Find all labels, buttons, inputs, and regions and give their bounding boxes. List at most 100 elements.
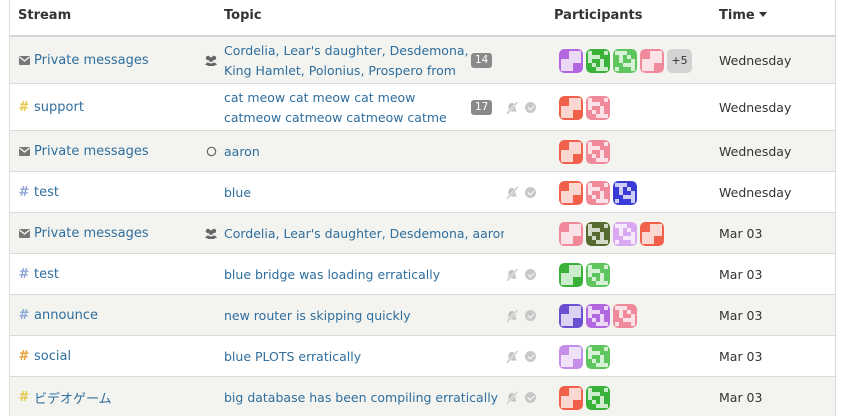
stream-name-link[interactable]: Private messages — [34, 226, 149, 241]
last-message-time: Mar 03 — [719, 307, 763, 323]
stream-cell[interactable]: Private messages — [18, 225, 149, 243]
stream-name-link[interactable]: Private messages — [34, 144, 149, 159]
avatar[interactable] — [559, 95, 583, 120]
avatar[interactable] — [559, 221, 583, 246]
avatar[interactable] — [586, 344, 610, 369]
last-message-time: Wednesday — [719, 143, 792, 159]
stream-column-header[interactable]: Stream — [18, 8, 71, 23]
user-circle-icon — [204, 145, 218, 159]
participants-avatars — [559, 344, 610, 369]
avatar[interactable] — [586, 221, 610, 246]
stream-hash-icon: # — [18, 267, 30, 282]
stream-name-link[interactable]: announce — [34, 308, 98, 323]
unread-count-badge: 17 — [471, 99, 493, 115]
avatar[interactable] — [559, 303, 583, 328]
stream-cell[interactable]: # social — [18, 348, 72, 366]
stream-name-link[interactable]: test — [34, 267, 59, 282]
topic-link[interactable]: blue PLOTS erratically — [224, 347, 504, 367]
mute-topic-icon[interactable] — [505, 267, 519, 282]
mute-topic-icon[interactable] — [505, 390, 519, 405]
stream-cell[interactable]: # ビデオゲーム — [18, 389, 112, 407]
sort-caret-icon — [758, 12, 767, 17]
avatar[interactable] — [586, 180, 610, 205]
table-row: # support cat meow cat meow cat meow catme… — [10, 84, 835, 131]
avatar[interactable] — [640, 221, 664, 246]
avatar[interactable] — [640, 48, 664, 73]
envelope-icon — [18, 147, 30, 156]
stream-hash-icon: # — [18, 185, 30, 200]
table-row: # test blue Wednesday — [10, 172, 835, 213]
avatar[interactable] — [586, 385, 610, 410]
participants-avatars — [559, 221, 664, 246]
avatar[interactable] — [559, 139, 583, 164]
last-message-time: Wednesday — [719, 184, 792, 200]
stream-cell[interactable]: Private messages — [18, 52, 149, 70]
topic-link[interactable]: aaron — [224, 142, 504, 162]
mark-read-icon[interactable] — [525, 102, 536, 113]
last-message-time: Wednesday — [719, 99, 792, 115]
stream-cell[interactable]: Private messages — [18, 143, 149, 161]
participants-avatars — [559, 95, 610, 120]
stream-name-link[interactable]: social — [34, 349, 71, 364]
last-message-time: Wednesday — [719, 52, 792, 68]
stream-cell[interactable]: # support — [18, 99, 84, 117]
time-column-header[interactable]: Time — [719, 8, 767, 23]
stream-cell[interactable]: # test — [18, 266, 59, 284]
table-row: # announce new router is skipping quickly M… — [10, 295, 835, 336]
avatar[interactable] — [586, 262, 610, 287]
participants-avatars — [559, 385, 610, 410]
avatar[interactable] — [613, 48, 637, 73]
stream-hash-icon: # — [18, 390, 30, 405]
table-header: Stream Topic Participants Time — [10, 0, 835, 37]
avatar[interactable] — [559, 344, 583, 369]
stream-name-link[interactable]: Private messages — [34, 53, 149, 68]
avatar[interactable] — [559, 262, 583, 287]
stream-name-link[interactable]: ビデオゲーム — [34, 388, 112, 407]
mark-read-icon[interactable] — [525, 392, 536, 403]
avatar[interactable] — [613, 221, 637, 246]
avatar[interactable] — [586, 303, 610, 328]
mute-topic-icon[interactable] — [505, 308, 519, 323]
recent-topics-table: Stream Topic Participants Time Private m… — [9, 0, 836, 416]
topic-link[interactable]: Cordelia, Lear's daughter, Desdemona, aa… — [224, 224, 504, 244]
last-message-time: Mar 03 — [719, 389, 763, 405]
table-row: Private messages Cordelia, Lear's daughte… — [10, 37, 835, 84]
participants-avatars — [559, 139, 610, 164]
last-message-time: Mar 03 — [719, 225, 763, 241]
more-participants-badge[interactable]: +5 — [667, 48, 692, 73]
mark-read-icon[interactable] — [525, 310, 536, 321]
stream-name-link[interactable]: support — [34, 100, 84, 115]
last-message-time: Mar 03 — [719, 348, 763, 364]
last-message-time: Mar 03 — [719, 266, 763, 282]
avatar[interactable] — [613, 180, 637, 205]
topic-link[interactable]: blue bridge was loading erratically — [224, 265, 504, 285]
mute-topic-icon[interactable] — [505, 100, 519, 115]
stream-cell[interactable]: # test — [18, 184, 59, 202]
stream-hash-icon: # — [18, 100, 30, 115]
envelope-icon — [18, 56, 30, 65]
table-row: # ビデオゲーム big database has been compiling e… — [10, 377, 835, 416]
mute-topic-icon[interactable] — [505, 349, 519, 364]
envelope-icon — [18, 229, 30, 238]
mark-read-icon[interactable] — [525, 269, 536, 280]
topic-link[interactable]: new router is skipping quickly — [224, 306, 504, 326]
avatar[interactable] — [586, 95, 610, 120]
topic-link[interactable]: Cordelia, Lear's daughter, Desdemona, Ki… — [224, 41, 474, 81]
stream-name-link[interactable]: test — [34, 185, 59, 200]
topic-column-header[interactable]: Topic — [224, 8, 262, 23]
avatar[interactable] — [559, 48, 583, 73]
stream-cell[interactable]: # announce — [18, 307, 98, 325]
avatar[interactable] — [559, 385, 583, 410]
topic-link[interactable]: cat meow cat meow cat meow catmeow catme… — [224, 88, 474, 128]
mark-read-icon[interactable] — [525, 187, 536, 198]
mute-topic-icon[interactable] — [505, 185, 519, 200]
avatar[interactable] — [586, 48, 610, 73]
avatar[interactable] — [559, 180, 583, 205]
avatar[interactable] — [613, 303, 637, 328]
topic-link[interactable]: big database has been compiling erratica… — [224, 388, 504, 408]
topic-link[interactable]: blue — [224, 183, 504, 203]
group-icon — [204, 54, 218, 68]
unread-count-badge: 14 — [471, 52, 493, 68]
avatar[interactable] — [586, 139, 610, 164]
mark-read-icon[interactable] — [525, 351, 536, 362]
